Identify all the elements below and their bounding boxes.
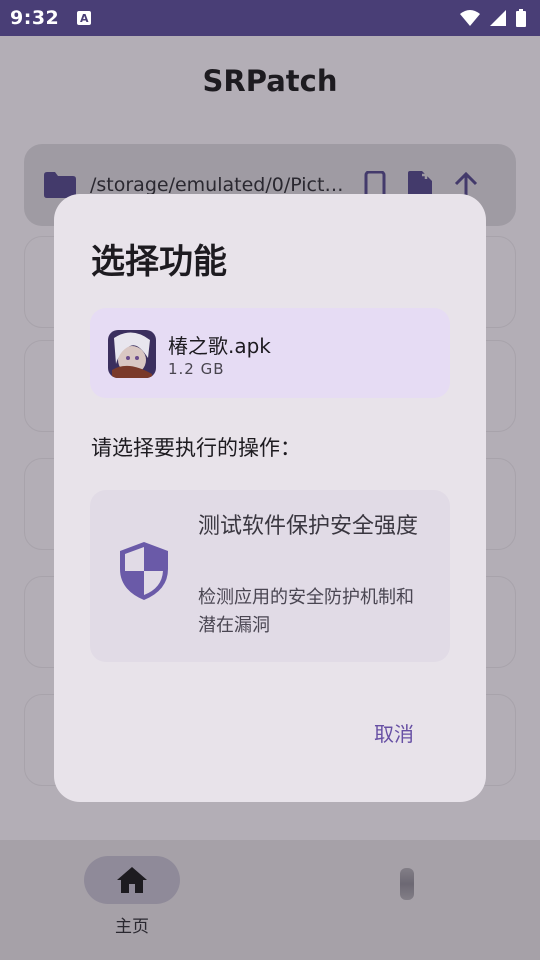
notification-icon: A bbox=[77, 11, 92, 25]
prompt-text: 请选择要执行的操作： bbox=[91, 436, 301, 460]
status-time: 9:32 bbox=[10, 7, 60, 29]
battery-icon bbox=[516, 9, 526, 27]
select-function-dialog: 选择功能 椿之歌.apk 1.2 GB 请选择要执行的操作： 测试软件保护安全强… bbox=[54, 194, 486, 802]
bottom-nav: 主页 bbox=[0, 840, 540, 960]
status-bar: 9:32 A bbox=[0, 0, 540, 36]
folder-icon bbox=[44, 172, 76, 198]
option-description: 检测应用的安全防护机制和潜在漏洞 bbox=[198, 587, 414, 636]
path-text: /storage/emulated/0/Pictures bbox=[90, 174, 350, 196]
shield-icon bbox=[120, 542, 168, 600]
cancel-button[interactable]: 取消 bbox=[366, 714, 422, 751]
signal-icon bbox=[490, 10, 506, 26]
dialog-title: 选择功能 bbox=[91, 242, 227, 282]
app-title: SRPatch bbox=[202, 64, 338, 98]
file-size: 1.2 GB bbox=[168, 360, 225, 378]
home-icon bbox=[117, 867, 147, 893]
file-card: 椿之歌.apk 1.2 GB bbox=[90, 308, 450, 398]
app-icon bbox=[108, 330, 156, 378]
wifi-icon bbox=[460, 10, 480, 26]
file-name: 椿之歌.apk bbox=[168, 334, 271, 358]
nav-home-button[interactable] bbox=[84, 856, 180, 904]
option-security-test[interactable]: 测试软件保护安全强度 检测应用的安全防护机制和潜在漏洞 bbox=[90, 490, 450, 662]
option-title: 测试软件保护安全强度 bbox=[198, 514, 419, 539]
nav-home-label: 主页 bbox=[115, 917, 149, 937]
nav-item-placeholder[interactable] bbox=[400, 868, 414, 900]
